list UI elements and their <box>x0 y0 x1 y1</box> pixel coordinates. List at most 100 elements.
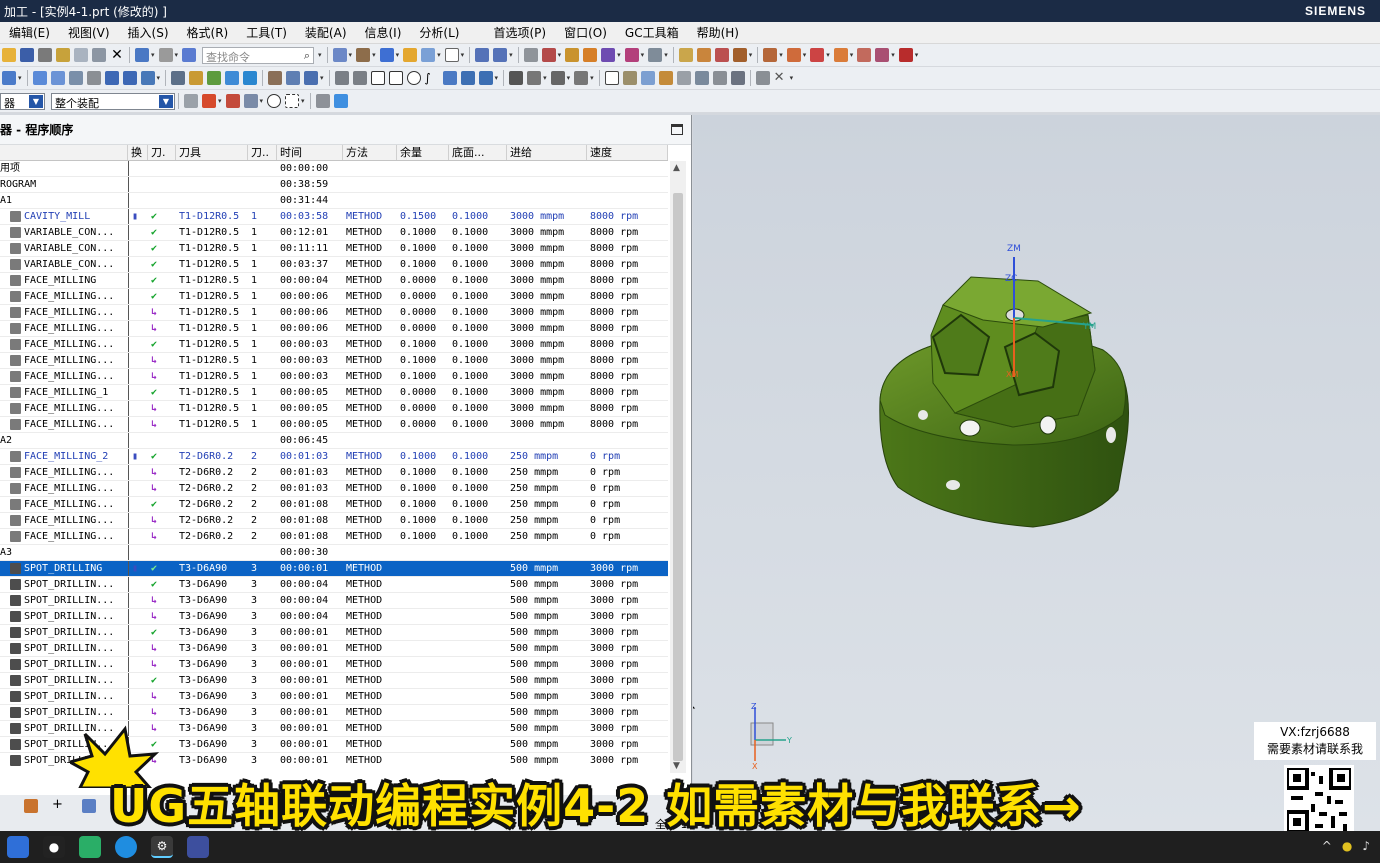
qq-icon[interactable]: ● <box>43 836 65 858</box>
table-row[interactable]: A3 00:00:30 <box>0 545 668 561</box>
table-row[interactable]: VARIABLE_CON... ✔ T1-D12R0.5 1 00:12:01 METHO… <box>0 225 668 241</box>
table-row[interactable]: SPOT_DRILLIN... ↳ T3-D6A90 3 00:00:04 METHOD 5… <box>0 593 668 609</box>
menu-information[interactable]: 信息(I) <box>356 24 411 41</box>
open-icon[interactable] <box>2 48 16 62</box>
copy-object-icon[interactable] <box>370 71 385 85</box>
table-row[interactable]: FACE_MILLING... ↳ T1-D12R0.5 1 00:00:06 METHO… <box>0 321 668 337</box>
curve-icon[interactable] <box>601 48 616 62</box>
workpiece-icon[interactable] <box>604 71 619 85</box>
table-row[interactable]: FACE_MILLING_1 ✔ T1-D12R0.5 1 00:00:05 METHOD… <box>0 385 668 401</box>
snap-point-icon[interactable] <box>202 94 216 108</box>
tray-app-icon[interactable]: ● <box>1342 839 1352 853</box>
copy-icon[interactable] <box>74 48 88 62</box>
filter-reset-icon[interactable] <box>184 94 198 108</box>
column-header-7[interactable]: 底面... <box>449 145 507 160</box>
table-row[interactable]: CAVITY_MILL ▮ ✔ T1-D12R0.5 1 00:03:58 METHOD 0.… <box>0 209 668 225</box>
blend-icon[interactable] <box>714 48 729 62</box>
menu-edit[interactable]: 编辑(E) <box>0 24 59 41</box>
table-row[interactable]: SPOT_DRILLIN... ↳ T3-D6A90 3 00:00:01 METHOD 5… <box>0 705 668 721</box>
datum-icon[interactable] <box>583 48 598 62</box>
print-icon[interactable] <box>38 48 52 62</box>
create-program-icon[interactable] <box>2 71 16 85</box>
table-row[interactable]: FACE_MILLING... ↳ T2-D6R0.2 2 00:01:08 METHOD… <box>0 529 668 545</box>
background-icon[interactable] <box>444 48 459 62</box>
spline-icon[interactable] <box>624 48 639 62</box>
ipw-icon[interactable] <box>460 71 475 85</box>
display-object-icon[interactable] <box>442 71 457 85</box>
table-row[interactable]: SPOT_DRILLIN... ✔ T3-D6A90 3 00:00:01 METHOD 5… <box>0 625 668 641</box>
zoom-icon[interactable] <box>493 48 508 62</box>
undo-icon[interactable] <box>135 48 149 62</box>
mirror-icon[interactable] <box>763 48 778 62</box>
close-toolbar-icon[interactable]: ✕ <box>774 71 788 85</box>
check-geometry-icon[interactable] <box>640 71 655 85</box>
repeat-icon[interactable] <box>158 48 173 62</box>
paste-icon[interactable] <box>92 48 106 62</box>
table-row[interactable]: SPOT_DRILLIN... ↳ T3-D6A90 3 00:00:01 METHOD 5… <box>0 689 668 705</box>
selection-scope-select[interactable]: 整个装配 ▼ <box>51 92 175 110</box>
command-finder-icon[interactable] <box>182 48 197 62</box>
column-header-5[interactable]: 方法 <box>343 145 397 160</box>
table-row[interactable]: FACE_MILLING ✔ T1-D12R0.5 1 00:00:04 METHOD 0.… <box>0 273 668 289</box>
machine-tool-view-icon[interactable] <box>122 71 137 85</box>
wechat-icon[interactable] <box>79 836 101 858</box>
table-row[interactable]: VARIABLE_CON... ✔ T1-D12R0.5 1 00:03:37 METHO… <box>0 257 668 273</box>
menu-analysis[interactable]: 分析(L) <box>410 24 468 41</box>
speaker-icon[interactable]: ♪ <box>1362 839 1370 853</box>
column-header-2[interactable]: 刀具 <box>176 145 248 160</box>
tool-path-list-icon[interactable] <box>527 71 542 85</box>
settings-icon[interactable] <box>730 71 745 85</box>
menu-preferences[interactable]: 首选项(P) <box>484 24 555 41</box>
table-row[interactable]: SPOT_DRILLING ▮ ✔ T3-D6A90 3 00:00:01 METHOD 50… <box>0 561 668 577</box>
menu-tools[interactable]: 工具(T) <box>237 24 296 41</box>
offset-icon[interactable] <box>857 48 872 62</box>
table-row[interactable]: 用项 00:00:00 <box>0 161 668 177</box>
nx-icon[interactable]: ⚙ <box>151 836 173 858</box>
scrollbar-thumb[interactable] <box>673 193 683 761</box>
postprocess-icon[interactable] <box>268 71 283 85</box>
deselect-icon[interactable] <box>243 94 258 108</box>
render-style-icon[interactable] <box>356 48 371 62</box>
pattern-icon[interactable] <box>786 48 801 62</box>
cube-icon[interactable] <box>333 94 348 108</box>
shell-icon[interactable] <box>875 48 890 62</box>
check-icon[interactable] <box>243 71 258 85</box>
table-row[interactable]: FACE_MILLING... ↳ T2-D6R0.2 2 00:01:03 METHOD… <box>0 465 668 481</box>
table-row[interactable]: FACE_MILLING... ↳ T2-D6R0.2 2 00:01:03 METHOD… <box>0 481 668 497</box>
wcs-icon[interactable] <box>315 94 330 108</box>
menu-gc-toolkit[interactable]: GC工具箱 <box>616 24 688 41</box>
table-row[interactable]: SPOT_DRILLIN... ↳ T3-D6A90 3 00:00:01 METHOD 5… <box>0 641 668 657</box>
sketch-icon[interactable] <box>541 48 556 62</box>
command-search-input[interactable]: 查找命令 ⌕ <box>202 46 315 64</box>
table-row[interactable]: FACE_MILLING... ✔ T2-D6R0.2 2 00:01:08 METHOD… <box>0 497 668 513</box>
menu-help[interactable]: 帮助(H) <box>688 24 748 41</box>
menu-assembly[interactable]: 装配(A) <box>296 24 356 41</box>
table-row[interactable]: ROGRAM 00:38:59 <box>0 177 668 193</box>
object-info-icon[interactable] <box>406 71 421 85</box>
app-icon[interactable] <box>187 836 209 858</box>
scroll-up-icon[interactable]: ▲ <box>673 163 680 173</box>
menu-insert[interactable]: 插入(S) <box>119 24 178 41</box>
table-row[interactable]: FACE_MILLING... ↳ T1-D12R0.5 1 00:00:05 METHO… <box>0 417 668 433</box>
box-select-icon[interactable] <box>285 94 300 108</box>
column-header-1[interactable]: 刀. <box>148 145 176 160</box>
replay-path-icon[interactable] <box>189 71 204 85</box>
library-icon[interactable] <box>712 71 727 85</box>
table-row[interactable]: FACE_MILLING... ↳ T1-D12R0.5 1 00:00:03 METHO… <box>0 353 668 369</box>
table-row[interactable]: SPOT_DRILLIN... ✔ T3-D6A90 3 00:00:01 METHOD 5… <box>0 673 668 689</box>
table-row[interactable]: SPOT_DRILLIN... ↳ T3-D6A90 3 00:00:04 METHOD 5… <box>0 609 668 625</box>
shop-info-icon[interactable] <box>755 71 770 85</box>
generate-path-icon[interactable] <box>171 71 186 85</box>
create-operation-icon[interactable] <box>86 71 101 85</box>
edit-object-icon[interactable] <box>334 71 349 85</box>
menu-window[interactable]: 窗口(O) <box>555 24 616 41</box>
tool-path-display-icon[interactable] <box>574 71 589 85</box>
verify-path-icon[interactable] <box>207 71 222 85</box>
table-row[interactable]: FACE_MILLING... ↳ T2-D6R0.2 2 00:01:08 METHOD… <box>0 513 668 529</box>
delete-icon[interactable]: ✕ <box>110 48 124 62</box>
boolean-icon[interactable] <box>810 48 825 62</box>
table-row[interactable]: VARIABLE_CON... ✔ T1-D12R0.5 1 00:11:11 METHO… <box>0 241 668 257</box>
measure-icon[interactable] <box>523 48 538 62</box>
column-header-3[interactable]: 刀.. <box>248 145 277 160</box>
create-geometry-icon[interactable] <box>50 71 65 85</box>
